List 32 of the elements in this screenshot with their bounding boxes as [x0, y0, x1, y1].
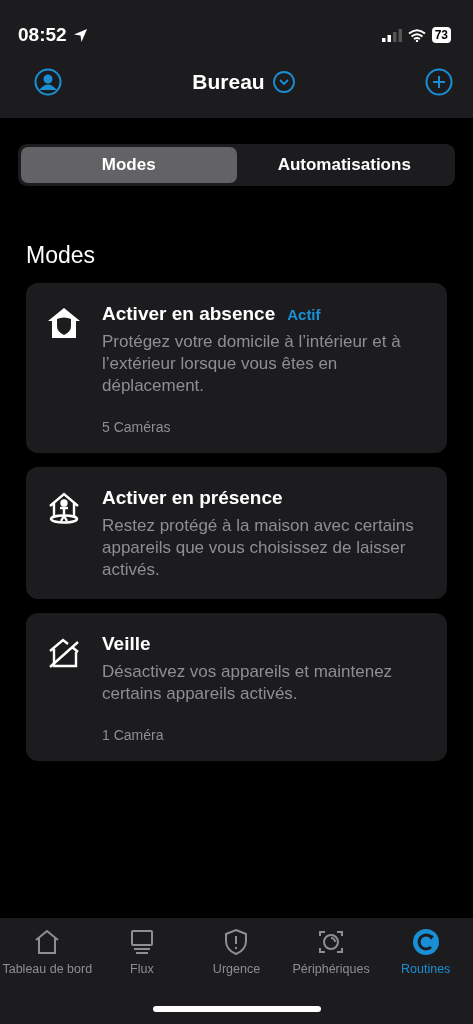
signal-icon	[381, 28, 402, 42]
mode-title: Veille	[102, 633, 151, 655]
segment-tab[interactable]: Automatisations	[236, 147, 452, 183]
mode-card[interactable]: Veille Désactivez vos appareils et maintenez certains appareils activés. 1 Caméra	[26, 613, 447, 761]
mode-description: Protégez votre domicile à l’intérieur et à l’extérieur lorsque vous êtes en déplacement.	[102, 331, 402, 397]
tab-bar-item[interactable]: Routines	[378, 928, 473, 976]
chevron-down-icon[interactable]	[272, 71, 295, 93]
profile-icon[interactable]	[34, 68, 62, 96]
camera-count: 5 Caméras	[102, 419, 172, 435]
tab-bar-item[interactable]: Flux	[94, 928, 190, 976]
status-time: 08:52	[18, 24, 67, 46]
mode-title: Activer en absence	[102, 303, 276, 325]
mode-title: Activer en présence	[102, 487, 283, 509]
camera-lens-icon	[317, 928, 346, 956]
tab-bar-item[interactable]: Périphériques	[283, 928, 379, 976]
house-shield-icon	[46, 305, 82, 341]
add-icon[interactable]	[425, 68, 453, 96]
mode-card[interactable]: Activer en absence Actif Protégez votre domicile à l’intérieur et à l’extérieur lorsque vous êtes en déplacement. 5 Caméras	[26, 283, 447, 453]
section-title: Modes	[26, 242, 97, 269]
status-label: Actif	[287, 306, 321, 323]
battery-level: 73	[431, 27, 451, 43]
location-arrow-icon	[72, 27, 88, 43]
camera-count: 1 Caméra	[102, 727, 165, 743]
location-title[interactable]: Bureau	[192, 70, 265, 94]
mode-description: Désactivez vos appareils et maintenez certains appareils activés.	[102, 661, 394, 705]
tab-bar-item[interactable]: Tableau de bord	[0, 928, 95, 976]
routines-icon	[411, 928, 440, 956]
segment-tab[interactable]: Modes	[21, 147, 237, 183]
mode-description: Restez protégé à la maison avec certains appareils que vous choisissez de laisser activés.	[102, 515, 415, 581]
mode-card[interactable]: Activer en présence Restez protégé à la maison avec certains appareils que vous choisissez de laisser activés.	[26, 467, 447, 599]
tab-bar-item[interactable]: Urgence	[189, 928, 284, 976]
wifi-icon	[407, 28, 426, 42]
